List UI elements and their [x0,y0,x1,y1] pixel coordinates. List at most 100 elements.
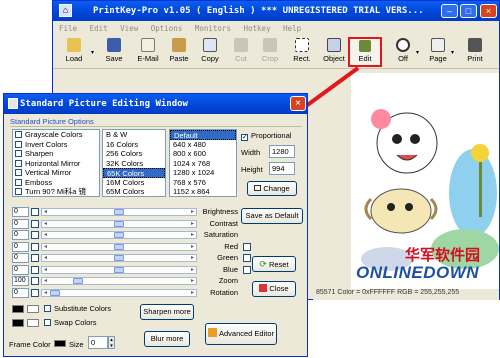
checkbox[interactable] [15,131,22,138]
slider-value-field[interactable]: 0 [12,253,29,263]
list-item[interactable]: 1280 x 1024 [170,168,236,178]
slider-enable-checkbox[interactable] [31,288,39,297]
slider-enable-checkbox[interactable] [31,265,39,274]
change-button[interactable]: Change [247,181,297,196]
list-item[interactable]: 16M Colors [103,178,165,188]
slider-thumb[interactable] [114,255,124,261]
option-invert[interactable]: Invert Colors [13,140,99,150]
slider-enable-checkbox[interactable] [31,242,39,251]
slider-left-arrow-icon[interactable]: ◂ [42,267,49,273]
frame-color-label: Frame Color [9,340,51,349]
option-emboss[interactable]: Emboss [13,178,99,188]
list-item[interactable]: 768 x 576 [170,178,236,188]
slider-value-field[interactable]: 0 [12,207,29,217]
paint-icon [207,328,217,337]
slider-thumb[interactable] [114,220,124,227]
slider-enable-checkbox[interactable] [31,254,39,262]
height-field[interactable]: 994 [269,162,295,175]
slider-value-field[interactable]: 0 [12,218,29,229]
swap-colors-checkbox[interactable]: Swap Colors [44,318,97,327]
size-field[interactable]: 0 [88,336,108,349]
list-item-selected[interactable]: 65K Colors [103,168,165,178]
list-item[interactable]: 65M Colors [103,187,165,197]
dialog-close-button[interactable]: × [290,96,306,111]
substitute-color-swatch-a[interactable] [12,305,24,313]
checkbox[interactable] [15,159,22,167]
checkbox-checked[interactable]: ✓ [241,134,248,141]
slider-track[interactable]: ◂ ▸ [41,219,197,228]
slider-left-arrow-icon[interactable]: ◂ [42,290,49,296]
slider-track[interactable]: ◂ ▸ [41,265,197,274]
slider-enable-checkbox[interactable] [31,277,39,285]
slider-enable-checkbox[interactable] [31,231,39,239]
list-item-selected[interactable]: Default [170,130,236,140]
option-sharpen[interactable]: Sharpen [13,149,99,159]
slider-left-arrow-icon[interactable]: ◂ [42,221,49,227]
option-turn-90[interactable]: Turn 90? Mi科a 镜 [13,187,99,197]
slider-track[interactable]: ◂ ▸ [41,231,197,239]
slider-thumb[interactable] [114,232,124,238]
close-dialog-button[interactable]: Close [252,281,296,297]
list-item[interactable]: 32K Colors [103,159,165,169]
checkbox[interactable] [44,319,51,326]
list-item[interactable]: 640 x 480 [170,140,236,150]
checkbox[interactable] [15,169,22,176]
slider-value-field[interactable]: 0 [12,230,29,240]
size-preset-list[interactable]: Default 640 x 480 800 x 600 1024 x 768 1… [169,129,237,197]
slider-label: Brightness [202,207,238,216]
slider-left-arrow-icon[interactable]: ◂ [42,278,49,284]
slider-thumb[interactable] [114,243,124,250]
blur-more-button[interactable]: Blur more [144,331,190,347]
checkbox[interactable] [44,305,51,312]
slider-track[interactable]: ◂ ▸ [41,254,197,262]
proportional-checkbox[interactable]: ✓ Proportional [241,131,291,141]
list-item[interactable]: 256 Colors [103,149,165,159]
slider-track[interactable]: ◂ ▸ [41,277,197,285]
substitute-colors-checkbox[interactable]: Substitute Colors [44,304,111,313]
list-item[interactable]: 800 x 600 [170,149,236,159]
reset-button[interactable]: ⟳ Reset [252,256,296,272]
size-spinner[interactable]: ▴ ▾ [108,336,115,349]
option-horizontal-mirror[interactable]: Horizontal Mirror [13,159,99,169]
slider-left-arrow-icon[interactable]: ◂ [42,244,49,250]
slider-thumb[interactable] [50,289,60,296]
slider-value-field[interactable]: 0 [12,241,29,252]
checkbox[interactable] [15,140,22,148]
substitute-color-swatch-b[interactable] [27,305,39,313]
dialog-title-bar[interactable]: Standard Picture Editing Window [4,94,307,114]
slider-left-arrow-icon[interactable]: ◂ [42,209,49,215]
swap-color-swatch-b[interactable] [27,319,39,327]
slider-track[interactable]: ◂ ▸ [41,288,197,297]
channel-checkbox[interactable] [243,242,251,251]
checkbox[interactable] [15,178,22,186]
width-field[interactable]: 1280 [269,145,295,158]
swap-color-swatch-a[interactable] [12,319,24,327]
checkbox[interactable] [15,188,22,195]
channel-checkbox[interactable] [243,254,251,262]
slider-value-field[interactable]: 100 [12,276,29,286]
list-item[interactable]: 16 Colors [103,140,165,150]
slider-enable-checkbox[interactable] [31,208,39,216]
slider-track[interactable]: ◂ ▸ [41,208,197,216]
list-item[interactable]: 1024 x 768 [170,159,236,169]
color-depth-list[interactable]: B & W 16 Colors 256 Colors 32K Colors 65… [102,129,166,197]
checkbox[interactable] [15,150,22,157]
slider-track[interactable]: ◂ ▸ [41,242,197,251]
slider-left-arrow-icon[interactable]: ◂ [42,255,49,261]
slider-thumb[interactable] [114,209,124,215]
slider-thumb[interactable] [73,278,84,284]
option-vertical-mirror[interactable]: Vertical Mirror [13,168,99,178]
advanced-editor-button[interactable]: Advanced Editor [205,323,277,345]
list-item[interactable]: B & W [103,130,165,140]
slider-thumb[interactable] [114,266,124,273]
frame-color-swatch[interactable] [54,340,66,347]
slider-enable-checkbox[interactable] [31,219,39,228]
slider-value-field[interactable]: 0 [12,264,29,275]
slider-value-field[interactable]: 0 [12,287,29,298]
option-grayscale[interactable]: Grayscale Colors [13,130,99,140]
save-as-default-button[interactable]: Save as Default [241,208,303,224]
list-item[interactable]: 1152 x 864 [170,187,236,197]
channel-checkbox[interactable] [243,265,251,274]
sharpen-more-button[interactable]: Sharpen more [140,304,194,320]
slider-left-arrow-icon[interactable]: ◂ [42,232,49,238]
